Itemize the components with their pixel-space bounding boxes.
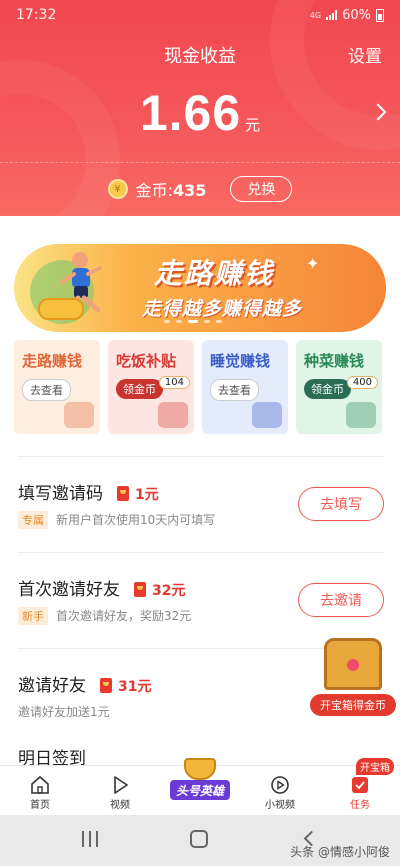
trophy-icon (184, 758, 216, 780)
play-icon (114, 776, 128, 794)
walk-earn-banner[interactable]: 走路赚钱 ✦ 走得越多赚得越多 (14, 244, 386, 332)
task-desc: 新手 首次邀请好友，奖励32元 (18, 607, 191, 625)
feature-tile-illustration (158, 402, 188, 428)
hero-logo[interactable]: 头号英雄 (170, 758, 230, 804)
task-reward: 31元 (118, 679, 152, 695)
feature-tile-badge: 104 (158, 376, 190, 389)
settings-button[interactable]: 设置 (348, 42, 382, 67)
home-nav-icon[interactable] (190, 830, 208, 848)
coin-balance: 金币:435 (136, 177, 207, 201)
cash-amount-value: 1.66 (139, 85, 242, 141)
task-reward: 32元 (152, 583, 186, 599)
coin-icon: ¥ (107, 179, 128, 199)
page-title: 现金收益 (164, 46, 236, 67)
coin-stack-icon (38, 298, 84, 320)
feature-tile-button[interactable]: 去查看 (210, 379, 259, 401)
invite-button[interactable]: 去邀请 (298, 583, 384, 617)
task-title-text: 邀请好友 (18, 676, 86, 696)
carousel-dots (164, 320, 222, 323)
divider (0, 162, 400, 163)
task-desc-text: 首次邀请好友，奖励32元 (56, 609, 192, 623)
battery-icon (376, 8, 384, 22)
tab-label: 视频 (110, 800, 130, 811)
system-nav-bar: 头条 @情感小阿俊 (0, 815, 400, 866)
task-title: 填写邀请码 1元 (18, 479, 159, 504)
tab-label: 首页 (30, 800, 50, 811)
task-title-text: 填写邀请码 (18, 484, 103, 504)
banner-subtitle: 走得越多赚得越多 (142, 298, 303, 320)
cash-amount-unit: 元 (245, 116, 261, 134)
fill-invite-code-button[interactable]: 去填写 (298, 487, 384, 521)
task-tag: 专属 (18, 511, 48, 529)
runner-illustration (30, 252, 102, 324)
network-icon: 4G (309, 10, 322, 20)
short-video-icon (271, 776, 289, 794)
feature-tile-title: 睡觉赚钱 (210, 352, 271, 370)
red-packet-icon (100, 678, 112, 693)
task-title: 首次邀请好友 32元 (18, 575, 185, 600)
battery-percent: 60% (342, 7, 371, 23)
red-packet-icon (117, 486, 129, 501)
status-time: 17:32 (16, 7, 57, 23)
task-row: 首次邀请好友 32元 新手 首次邀请好友，奖励32元 去邀请 (18, 552, 384, 648)
feature-tile[interactable]: 种菜赚钱领金币 400 (296, 340, 382, 434)
cash-amount[interactable]: 1.66 元 (0, 84, 400, 142)
feature-tile[interactable]: 走路赚钱 去查看 (14, 340, 100, 434)
banner-title: 走路赚钱 (154, 257, 275, 290)
treasure-chest-label: 开宝箱得金币 (310, 694, 396, 716)
feature-tiles: 走路赚钱 去查看 吃饭补贴 领金币 104 睡觉赚钱 去查看 种菜赚钱 领金币 400 (14, 340, 394, 434)
task-desc-text: 新用户首次使用10天内可填写 (56, 513, 216, 527)
tab-label: 小视频 (265, 800, 295, 811)
task-reward: 1元 (135, 487, 159, 503)
sign-in-row-title: 明日签到 (18, 749, 86, 765)
feature-tile[interactable]: 吃饭补贴领金币 104 (108, 340, 194, 434)
task-icon (352, 777, 368, 793)
task-desc-text: 邀请好友加送1元 (18, 705, 110, 719)
coin-balance-row: ¥ 金币:435 兑换 (0, 176, 400, 202)
feature-tile-badge: 400 (346, 376, 378, 389)
treasure-chest-widget[interactable]: 开宝箱得金币 (310, 636, 396, 716)
home-icon (31, 775, 49, 794)
task-desc: 专属 新用户首次使用10天内可填写 (18, 511, 215, 529)
task-content: 走路赚钱 ✦ 走得越多赚得越多 走路赚钱 去查看 吃饭补贴 领金币 104 睡觉赚钱 去查看… (0, 216, 400, 765)
recents-icon[interactable] (82, 831, 98, 847)
feature-tile-illustration (252, 402, 282, 428)
status-bar: 17:32 4G 60% (0, 0, 400, 30)
sparkle-icon: ✦ (306, 254, 320, 273)
coin-value: 435 (173, 181, 207, 200)
feature-tile-illustration (346, 402, 376, 428)
tab-label: 任务 (350, 800, 370, 811)
feature-tile[interactable]: 睡觉赚钱 去查看 (202, 340, 288, 434)
treasure-badge: 开宝箱 (356, 758, 394, 775)
status-right: 4G 60% (310, 8, 384, 23)
red-packet-icon (134, 582, 146, 597)
treasure-chest-icon (324, 638, 382, 690)
task-desc: 邀请好友加送1元 (18, 703, 110, 720)
signal-icon (326, 10, 338, 20)
task-row: 填写邀请码 1元 专属 新用户首次使用10天内可填写 去填写 (18, 456, 384, 552)
task-title-text: 首次邀请好友 (18, 580, 120, 600)
tab-tasks[interactable]: 开宝箱 任务 (320, 758, 400, 815)
feature-tile-title: 种菜赚钱 (304, 352, 365, 370)
tab-home[interactable]: 首页 (0, 766, 80, 815)
tab-short-video[interactable]: 小视频 (240, 766, 320, 815)
feature-tile-button[interactable]: 去查看 (22, 379, 71, 401)
earnings-header: 17:32 4G 60% 现金收益 设置 1.66 元 ¥ 金币:435 兑换 (0, 0, 400, 216)
feature-tile-button[interactable]: 领金币 (116, 379, 163, 399)
feature-tile-title: 走路赚钱 (22, 352, 83, 370)
coin-label: 金币: (135, 181, 173, 200)
tab-video[interactable]: 视频 (80, 766, 160, 815)
feature-tile-button[interactable]: 领金币 (304, 379, 351, 399)
hero-logo-text: 头号英雄 (170, 780, 230, 800)
feature-tile-illustration (64, 402, 94, 428)
feature-tile-title: 吃饭补贴 (116, 352, 177, 370)
task-title: 邀请好友 31元 (18, 671, 151, 696)
watermark: 头条 @情感小阿俊 (290, 845, 390, 859)
exchange-button[interactable]: 兑换 (230, 176, 293, 202)
task-tag: 新手 (18, 607, 48, 625)
